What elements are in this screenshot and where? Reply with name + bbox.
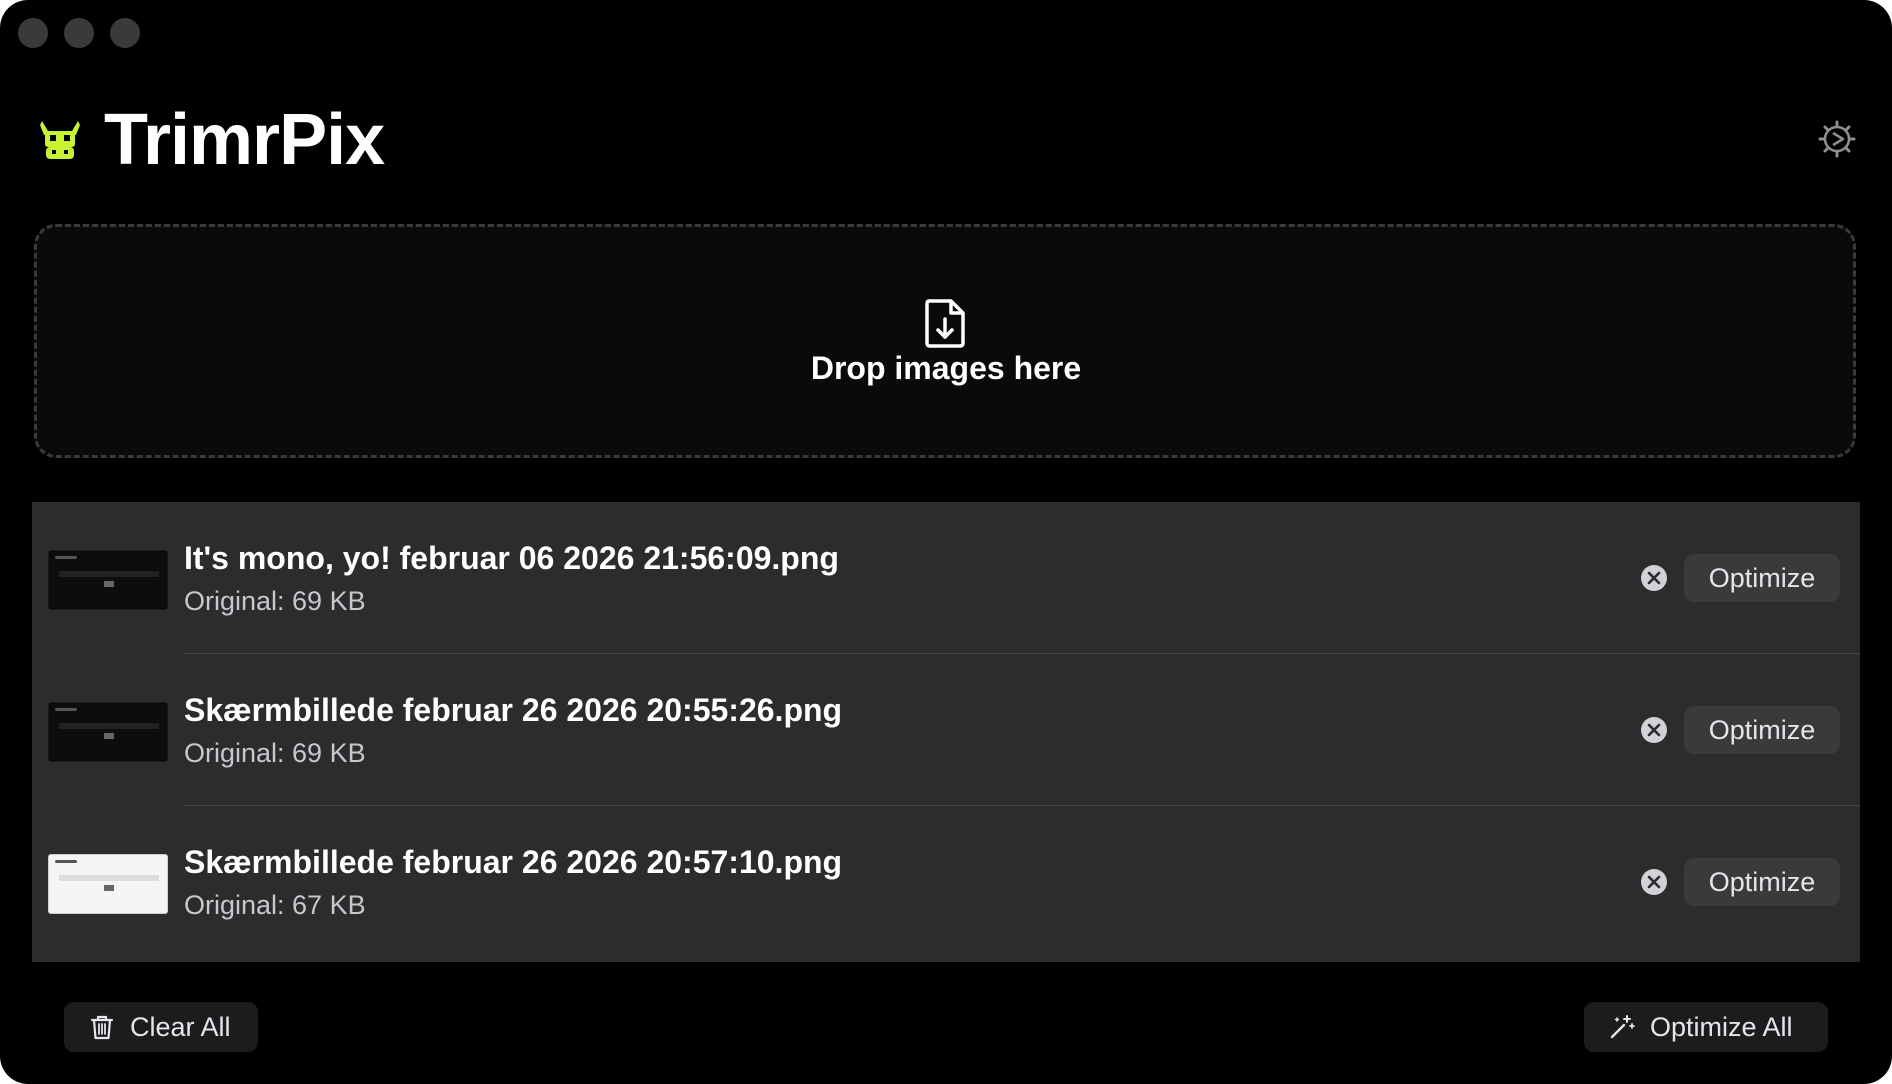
file-list: It's mono, yo! februar 06 2026 21:56:09.…: [32, 502, 1860, 962]
app-window: TrimrPix Drop images here It's mono, yo!…: [0, 0, 1892, 1084]
file-size: Original: 67 KB: [184, 890, 366, 920]
file-download-icon: [925, 299, 965, 348]
minimize-window-button[interactable]: [64, 18, 94, 48]
list-item: It's mono, yo! februar 06 2026 21:56:09.…: [32, 502, 1860, 654]
file-name: Skærmbillede februar 26 2026 20:55:26.pn…: [184, 692, 843, 728]
close-window-button[interactable]: [18, 18, 48, 48]
optimize-button[interactable]: Optimize: [1684, 706, 1840, 754]
drop-zone-label: Drop images here: [810, 350, 1082, 386]
remove-file-icon[interactable]: [1640, 868, 1668, 896]
file-name: Skærmbillede februar 26 2026 20:57:10.pn…: [184, 844, 843, 880]
zoom-window-button[interactable]: [110, 18, 140, 48]
gear-icon[interactable]: [1818, 120, 1856, 158]
window-controls: [18, 18, 140, 48]
clear-all-button[interactable]: Clear All: [64, 1002, 258, 1052]
file-size: Original: 69 KB: [184, 738, 366, 768]
file-size: Original: 69 KB: [184, 586, 366, 616]
app-title: TrimrPix: [104, 100, 385, 180]
file-thumbnail: [48, 854, 168, 914]
file-name: It's mono, yo! februar 06 2026 21:56:09.…: [184, 540, 839, 576]
file-thumbnail: [48, 550, 168, 610]
optimize-button[interactable]: Optimize: [1684, 858, 1840, 906]
list-item: Skærmbillede februar 26 2026 20:57:10.pn…: [32, 806, 1860, 958]
file-thumbnail: [48, 702, 168, 762]
optimize-all-button[interactable]: Optimize All: [1584, 1002, 1828, 1052]
optimize-button[interactable]: Optimize: [1684, 554, 1840, 602]
cow-head-icon: [40, 121, 80, 159]
trash-icon: [90, 1015, 114, 1040]
list-item: Skærmbillede februar 26 2026 20:55:26.pn…: [32, 654, 1860, 806]
magic-wand-icon: [1610, 1015, 1635, 1039]
remove-file-icon[interactable]: [1640, 716, 1668, 744]
remove-file-icon[interactable]: [1640, 564, 1668, 592]
optimize-all-label: Optimize All: [1650, 1011, 1793, 1042]
clear-all-label: Clear All: [130, 1011, 231, 1042]
